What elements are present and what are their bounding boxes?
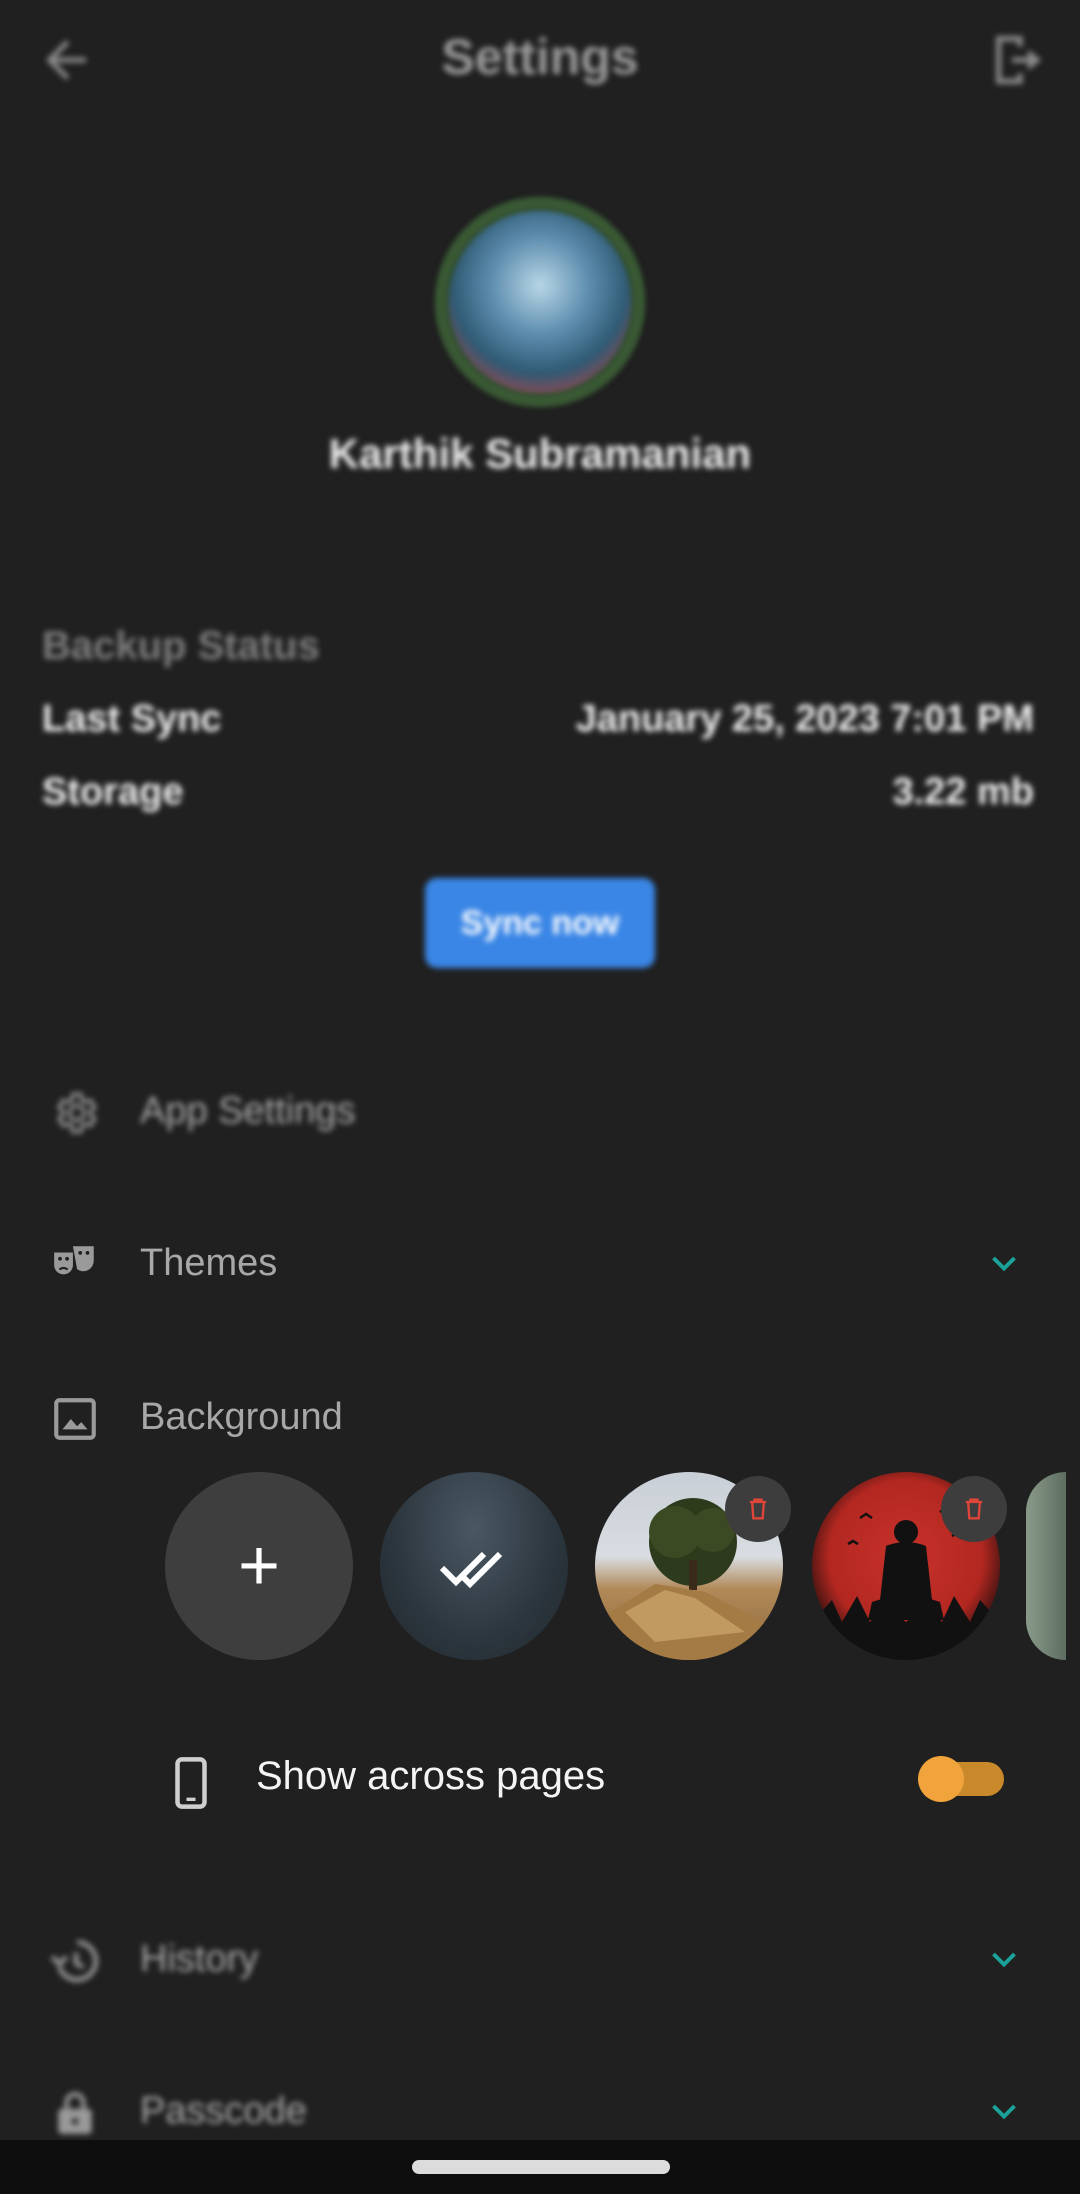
chevron-down-icon xyxy=(992,1952,1016,1968)
home-gesture-handle[interactable] xyxy=(412,2160,670,2174)
storage-value: 3.22 mb xyxy=(892,771,1034,813)
backup-status-title: Backup Status xyxy=(42,624,320,668)
delete-background-button[interactable] xyxy=(725,1476,791,1542)
last-sync-value: January 25, 2023 7:01 PM xyxy=(575,698,1034,740)
logout-icon xyxy=(996,36,1042,84)
chevron-down-icon xyxy=(992,2104,1016,2120)
menu-item-app-settings[interactable]: App Settings xyxy=(0,1064,1080,1160)
toggle-knob[interactable] xyxy=(918,1756,964,1802)
menu-item-themes[interactable]: Themes xyxy=(0,1216,1080,1312)
show-across-pages-label: Show across pages xyxy=(256,1754,606,1798)
chevron-down-icon xyxy=(992,1256,1016,1272)
image-icon xyxy=(54,1398,96,1440)
delete-background-button-2[interactable] xyxy=(941,1476,1007,1542)
background-option-partial[interactable] xyxy=(1026,1472,1066,1660)
menu-label-themes: Themes xyxy=(140,1242,278,1284)
menu-label-app-settings: App Settings xyxy=(140,1090,356,1132)
theater-masks-icon xyxy=(54,1246,94,1275)
double-check-icon xyxy=(439,1551,503,1589)
phone-icon xyxy=(175,1757,207,1809)
sync-now-button[interactable]: Sync now xyxy=(425,878,655,968)
menu-label-passcode: Passcode xyxy=(140,2090,307,2132)
profile-name: Karthik Subramanian xyxy=(328,430,752,477)
menu-label-background: Background xyxy=(140,1396,343,1438)
last-sync-label: Last Sync xyxy=(42,698,222,740)
history-icon xyxy=(50,1939,99,1982)
add-background-button[interactable]: + xyxy=(165,1472,353,1660)
menu-item-passcode[interactable]: Passcode xyxy=(0,2066,1080,2140)
storage-label: Storage xyxy=(42,771,184,813)
menu-item-history[interactable]: History xyxy=(0,1912,1080,2008)
page-title: Settings xyxy=(441,29,639,85)
trash-icon xyxy=(749,1498,767,1520)
avatar-ring xyxy=(436,198,644,406)
trash-icon xyxy=(965,1498,983,1520)
logout-button[interactable] xyxy=(988,28,1052,92)
menu-label-history: History xyxy=(140,1938,259,1980)
background-option-selected[interactable] xyxy=(380,1472,568,1660)
lock-icon xyxy=(58,2092,92,2134)
gear-icon xyxy=(56,1092,97,1134)
menu-item-background[interactable]: Background xyxy=(0,1370,1080,1466)
